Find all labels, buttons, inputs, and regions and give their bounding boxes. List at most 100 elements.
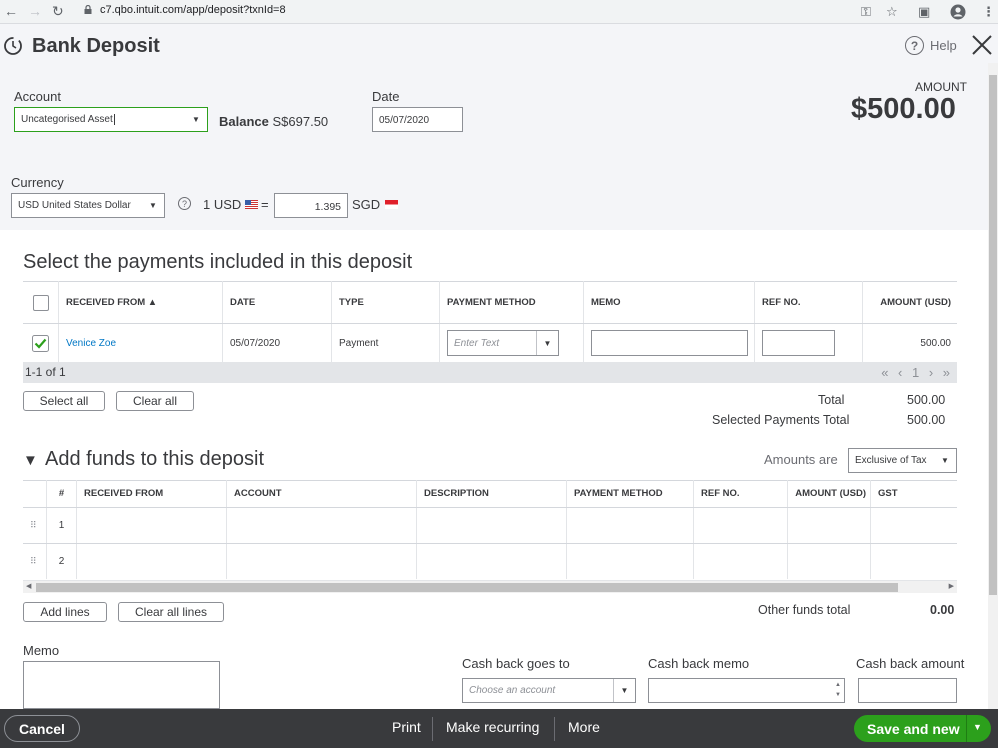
clear-all-lines-button[interactable]: Clear all lines bbox=[118, 602, 224, 622]
vertical-scrollbar[interactable] bbox=[988, 63, 998, 709]
chevron-down-icon[interactable]: ▼ bbox=[613, 679, 635, 702]
extension-icon[interactable]: ▣ bbox=[918, 4, 930, 20]
memo-textarea[interactable] bbox=[23, 661, 220, 709]
memo-input[interactable] bbox=[591, 330, 748, 356]
cell-payment-method[interactable] bbox=[567, 544, 694, 579]
col-ref-no[interactable]: REF NO. bbox=[755, 281, 863, 324]
select-all-checkbox-cell bbox=[23, 281, 59, 324]
more-button[interactable]: More bbox=[568, 719, 600, 735]
clear-all-button[interactable]: Clear all bbox=[116, 391, 194, 411]
exchange-rate-input[interactable]: 1.395 bbox=[274, 193, 348, 218]
star-icon[interactable]: ☆ bbox=[886, 4, 898, 20]
cash-back-amount-label: Cash back amount bbox=[856, 656, 965, 671]
cash-back-account-select[interactable]: Choose an account ▼ bbox=[462, 678, 636, 703]
cell-description[interactable] bbox=[417, 508, 567, 543]
chevron-down-icon[interactable]: ▼ bbox=[973, 722, 982, 732]
row-memo-cell bbox=[584, 324, 755, 362]
spinner-icon[interactable]: ▲ ▼ bbox=[835, 680, 841, 700]
cell-account[interactable] bbox=[227, 508, 417, 543]
payment-method-select[interactable]: Enter Text ▼ bbox=[447, 330, 559, 356]
save-and-new-button[interactable]: Save and new ▼ bbox=[854, 715, 991, 742]
scrollbar-thumb[interactable] bbox=[989, 75, 997, 595]
balance-label: Balance bbox=[219, 114, 269, 129]
chevron-down-icon[interactable]: ▼ bbox=[536, 331, 558, 355]
cell-ref-no[interactable] bbox=[694, 544, 788, 579]
ref-no-input[interactable] bbox=[762, 330, 835, 356]
select-all-button[interactable]: Select all bbox=[23, 391, 105, 411]
pager-nav[interactable]: « ‹ 1 › » bbox=[881, 365, 953, 380]
scroll-left-icon[interactable]: ◀ bbox=[26, 582, 31, 590]
chevron-down-icon[interactable]: ▼ bbox=[934, 449, 956, 472]
chevron-down-icon[interactable]: ▼ bbox=[142, 194, 164, 217]
col-ref-no: REF NO. bbox=[694, 480, 788, 507]
payment-method-placeholder: Enter Text bbox=[454, 338, 500, 349]
row-amount: 500.00 bbox=[920, 337, 951, 349]
col-num: # bbox=[47, 480, 77, 507]
col-amount[interactable]: AMOUNT (USD) bbox=[863, 281, 957, 324]
account-icon[interactable] bbox=[950, 4, 966, 20]
print-button[interactable]: Print bbox=[392, 719, 421, 735]
account-select[interactable]: Uncategorised Asset ▼ bbox=[14, 107, 208, 132]
save-and-new-label: Save and new bbox=[867, 721, 960, 737]
drag-handle-icon[interactable]: ⠿ bbox=[23, 508, 47, 543]
menu-icon[interactable]: ⋮ bbox=[982, 4, 995, 20]
cell-amount[interactable] bbox=[788, 544, 871, 579]
checked-checkbox-icon[interactable] bbox=[32, 334, 49, 352]
reload-icon[interactable]: ↻ bbox=[52, 3, 64, 20]
col-received-from[interactable]: RECEIVED FROM ▲ bbox=[59, 281, 223, 324]
key-icon[interactable]: ⚿ bbox=[861, 4, 871, 20]
cell-amount[interactable] bbox=[788, 508, 871, 543]
collapse-triangle-icon[interactable]: ▼ bbox=[23, 452, 38, 469]
row-number: 1 bbox=[47, 508, 77, 543]
scrollbar-thumb[interactable] bbox=[36, 583, 898, 592]
cash-back-amount-input[interactable] bbox=[858, 678, 957, 703]
forward-icon[interactable]: → bbox=[28, 3, 42, 19]
cell-ref-no[interactable] bbox=[694, 508, 788, 543]
cell-account[interactable] bbox=[227, 544, 417, 579]
cell-gst[interactable] bbox=[871, 544, 957, 579]
make-recurring-button[interactable]: Make recurring bbox=[446, 719, 539, 735]
date-input[interactable]: 05/07/2020 bbox=[372, 107, 463, 132]
cell-payment-method[interactable] bbox=[567, 508, 694, 543]
balance-value: S$697.50 bbox=[272, 114, 329, 129]
close-icon[interactable] bbox=[971, 34, 993, 56]
rate-equals: = bbox=[261, 197, 269, 212]
info-icon[interactable]: ? bbox=[178, 197, 191, 210]
col-payment-method[interactable]: PAYMENT METHOD bbox=[440, 281, 584, 324]
currency-select[interactable]: USD United States Dollar ▼ bbox=[11, 193, 165, 218]
cell-received-from[interactable] bbox=[77, 544, 227, 579]
row-received-from-link[interactable]: Venice Zoe bbox=[59, 324, 223, 362]
header-checkbox[interactable] bbox=[32, 294, 49, 311]
cash-back-memo-input[interactable]: ▲ ▼ bbox=[648, 678, 845, 703]
address-bar[interactable]: c7.qbo.intuit.com/app/deposit?txnId=8 bbox=[84, 4, 286, 16]
cell-description[interactable] bbox=[417, 544, 567, 579]
add-lines-button[interactable]: Add lines bbox=[23, 602, 107, 622]
cancel-button[interactable]: Cancel bbox=[4, 715, 80, 742]
tax-mode-select[interactable]: Exclusive of Tax ▼ bbox=[848, 448, 957, 473]
horizontal-scrollbar[interactable]: ◀ ▶ bbox=[23, 580, 957, 593]
footer-bar: Cancel Print Make recurring More Save an… bbox=[0, 709, 998, 748]
cash-back-account-placeholder: Choose an account bbox=[469, 685, 556, 696]
pager: 1-1 of 1 « ‹ 1 › » bbox=[23, 362, 957, 383]
amounts-are-label: Amounts are bbox=[764, 452, 838, 467]
browser-bar: ← → ↻ c7.qbo.intuit.com/app/deposit?txnI… bbox=[0, 0, 998, 24]
col-type[interactable]: TYPE bbox=[332, 281, 440, 324]
chevron-down-icon[interactable]: ▼ bbox=[185, 108, 207, 131]
recent-transactions-icon[interactable] bbox=[3, 36, 23, 56]
help-button[interactable]: ? Help bbox=[905, 36, 957, 55]
amount-value: $500.00 bbox=[851, 93, 956, 125]
back-icon[interactable]: ← bbox=[4, 3, 18, 19]
divider bbox=[432, 717, 433, 741]
col-amount: AMOUNT (USD) bbox=[788, 480, 871, 507]
col-memo[interactable]: MEMO bbox=[584, 281, 755, 324]
help-icon: ? bbox=[905, 36, 924, 55]
date-label: Date bbox=[372, 89, 400, 104]
scroll-right-icon[interactable]: ▶ bbox=[949, 582, 954, 590]
row-type: Payment bbox=[332, 324, 440, 362]
col-date[interactable]: DATE bbox=[223, 281, 332, 324]
cell-gst[interactable] bbox=[871, 508, 957, 543]
sg-flag-icon bbox=[385, 200, 398, 209]
cell-received-from[interactable] bbox=[77, 508, 227, 543]
row-payment-method-cell: Enter Text ▼ bbox=[440, 324, 584, 362]
drag-handle-icon[interactable]: ⠿ bbox=[23, 544, 47, 579]
